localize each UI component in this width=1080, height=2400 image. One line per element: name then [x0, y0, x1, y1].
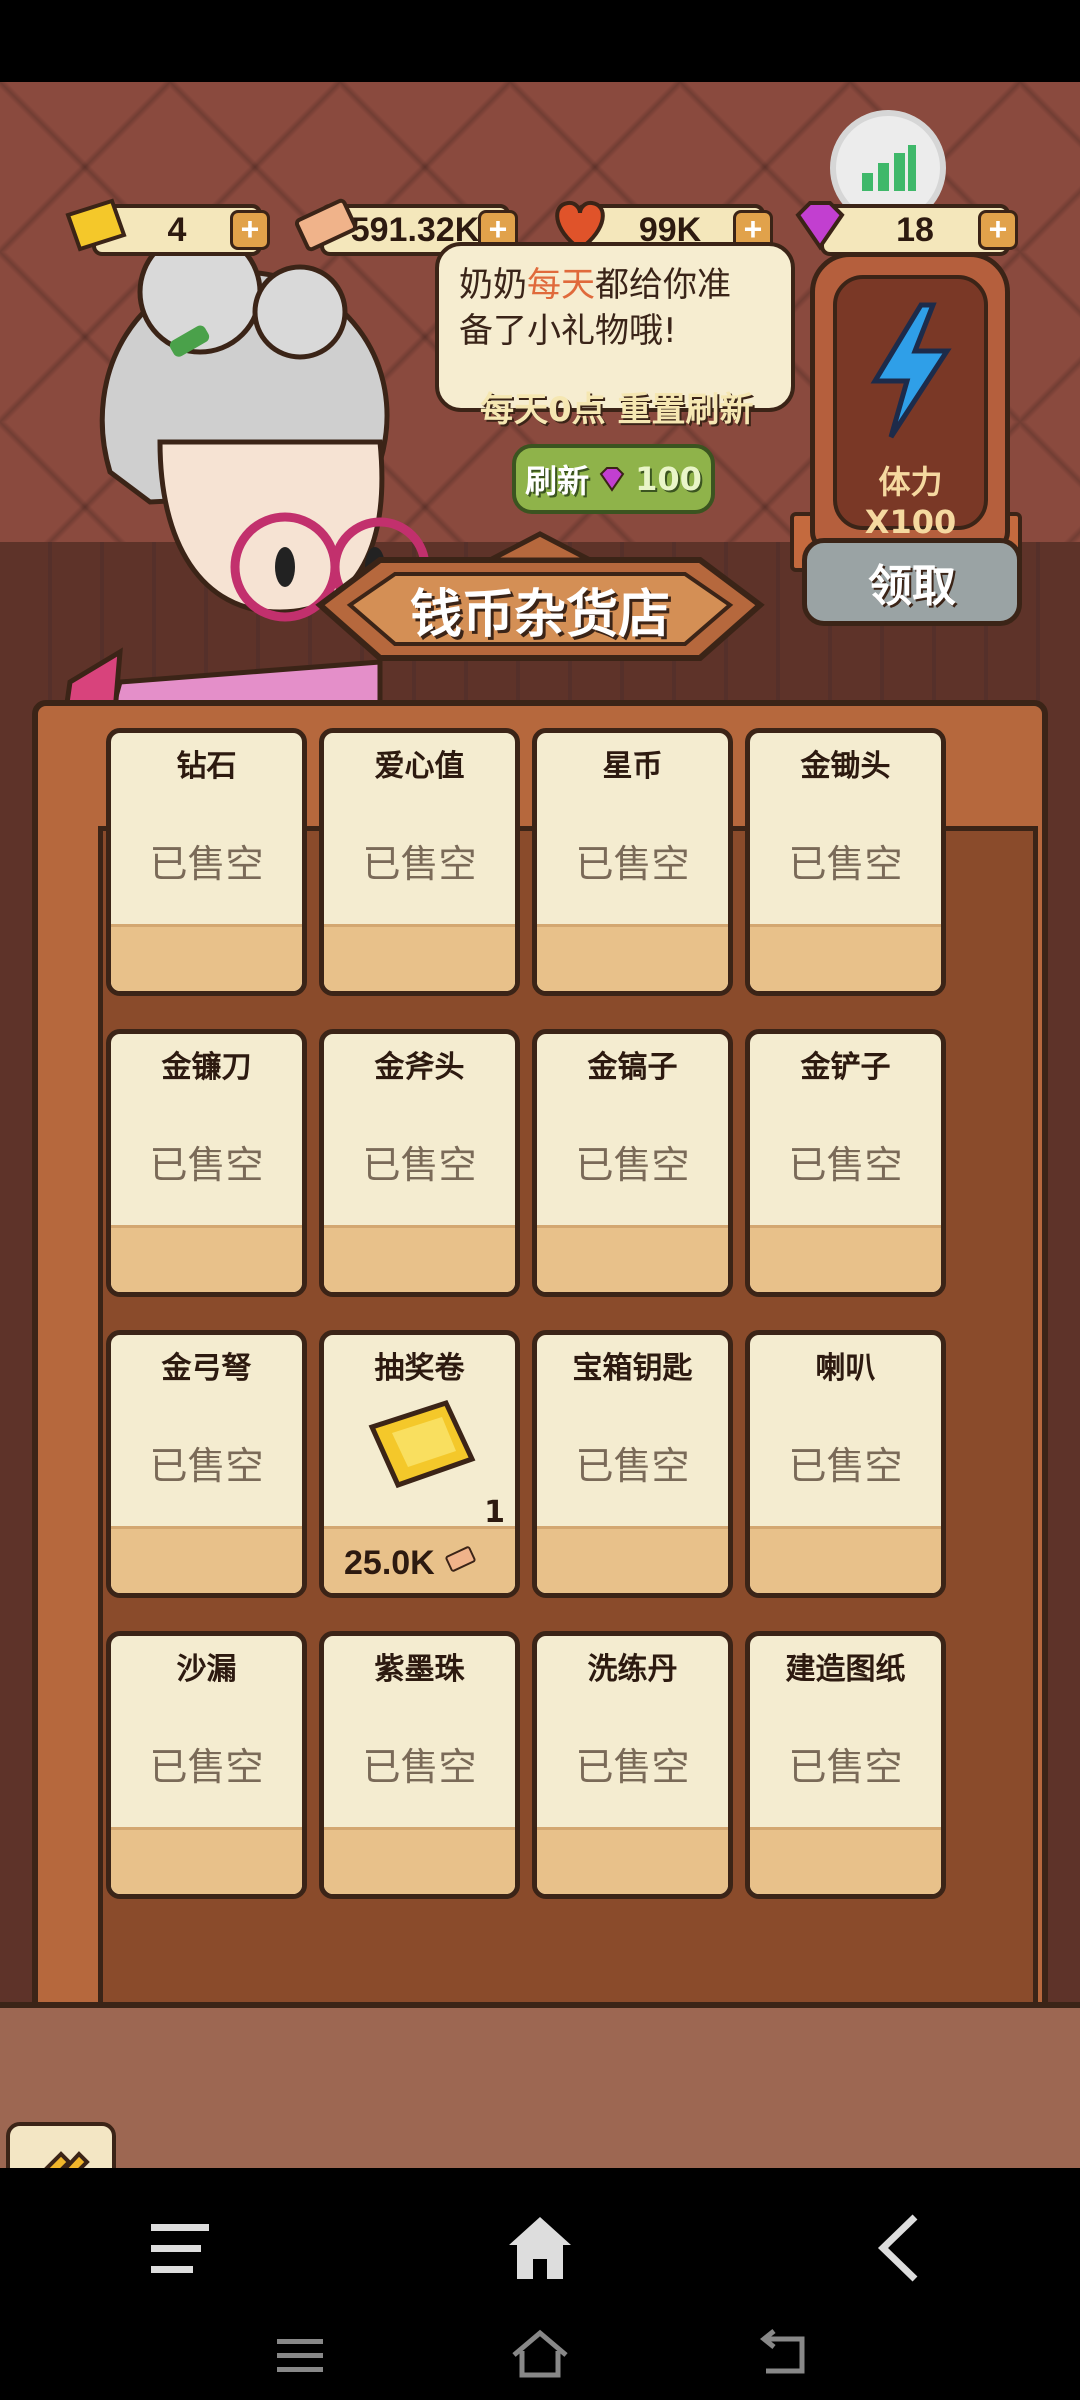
- back-button[interactable]: [6, 2122, 116, 2168]
- reset-note: 每天0点 重置刷新: [480, 390, 754, 430]
- menu-button[interactable]: [140, 2208, 220, 2288]
- stamina-frame: 体力X100: [810, 252, 1010, 552]
- shop-item[interactable]: 宝箱钥匙 已售空: [532, 1330, 733, 1598]
- menu-icon: [277, 2339, 323, 2372]
- item-status: 已售空: [788, 842, 903, 886]
- item-status: 已售空: [575, 1143, 690, 1187]
- item-name: 洗练丹: [587, 1652, 678, 1687]
- item-name: 金锄头: [800, 749, 891, 784]
- shop-item[interactable]: 金铲子 已售空: [745, 1029, 946, 1297]
- add-gem-button[interactable]: +: [978, 210, 1018, 250]
- speech-line-1: 奶奶每天都给你准: [459, 265, 731, 305]
- shop-item[interactable]: 金斧头 已售空: [319, 1029, 520, 1297]
- shop-grid: 钻石 已售空 爱心值 已售空 星币 已售空 金锄头 已售空 金镰刀 已售空 金斧头 已售空 …: [106, 728, 952, 1899]
- shop-title-plate: 钱币杂货店: [290, 530, 790, 680]
- item-name: 星币: [602, 749, 663, 784]
- floor: [0, 2002, 1080, 2168]
- bar-chart-icon: [862, 145, 916, 191]
- ticket-icon: [60, 190, 130, 260]
- secondary-menu-button[interactable]: [270, 2328, 330, 2382]
- back-nav-button[interactable]: [860, 2206, 940, 2290]
- ticket-icon: [368, 1399, 476, 1489]
- item-name: 金镰刀: [161, 1050, 252, 1085]
- shop-item[interactable]: 钻石 已售空: [106, 728, 307, 996]
- shop-item[interactable]: 喇叭 已售空: [745, 1330, 946, 1598]
- shop-item-lottery-ticket[interactable]: 抽奖卷 1 25.0K: [319, 1330, 520, 1598]
- item-status: 已售空: [575, 842, 690, 886]
- double-chevron-left-icon: [44, 2151, 90, 2168]
- home-icon: [509, 2217, 571, 2279]
- shop-title: 钱币杂货店: [409, 585, 670, 645]
- shop-item[interactable]: 金锄头 已售空: [745, 728, 946, 996]
- item-name: 紫墨珠: [374, 1652, 465, 1687]
- add-ticket-button[interactable]: +: [230, 210, 270, 250]
- shop-item[interactable]: 紫墨珠 已售空: [319, 1631, 520, 1899]
- lightning-icon: [870, 302, 952, 439]
- item-name: 爱心值: [374, 749, 465, 784]
- refresh-label: 刷新: [525, 462, 590, 500]
- refresh-cost: 100: [635, 460, 702, 498]
- item-status: 已售空: [788, 1745, 903, 1789]
- item-name: 金铲子: [800, 1050, 891, 1085]
- item-name: 钻石: [176, 749, 237, 784]
- item-name: 喇叭: [815, 1351, 876, 1386]
- item-status: 已售空: [575, 1444, 690, 1488]
- secondary-home-button[interactable]: [508, 2324, 572, 2384]
- claim-button[interactable]: 领取: [802, 538, 1022, 626]
- shop-item[interactable]: 金弓弩 已售空: [106, 1330, 307, 1598]
- secondary-back-button[interactable]: [752, 2324, 816, 2384]
- item-status: 已售空: [362, 842, 477, 886]
- item-name: 沙漏: [176, 1652, 237, 1687]
- speech-line-2: 备了小礼物哦!: [459, 311, 677, 351]
- gem-icon: [599, 467, 625, 492]
- item-status: 已售空: [788, 1143, 903, 1187]
- item-status: 已售空: [362, 1745, 477, 1789]
- shop-item[interactable]: 星币 已售空: [532, 728, 733, 996]
- banknote-icon: [292, 190, 362, 260]
- item-name: 金弓弩: [161, 1351, 252, 1386]
- system-navigation-bar: [0, 2168, 1080, 2400]
- chevron-left-icon: [877, 2214, 918, 2282]
- item-name: 金斧头: [374, 1050, 465, 1085]
- item-status: 已售空: [149, 842, 264, 886]
- item-status: 已售空: [788, 1444, 903, 1488]
- shop-item[interactable]: 沙漏 已售空: [106, 1631, 307, 1899]
- item-name: 建造图纸: [785, 1652, 906, 1687]
- item-quantity: 1: [484, 1495, 505, 1530]
- banknote-icon: [445, 1546, 476, 1572]
- stamina-label: 体力X100: [864, 463, 957, 541]
- refresh-button[interactable]: 刷新 100: [512, 444, 715, 514]
- menu-icon: [151, 2224, 209, 2273]
- item-name: 金镐子: [587, 1050, 678, 1085]
- item-status: 已售空: [149, 1745, 264, 1789]
- item-status: 已售空: [362, 1143, 477, 1187]
- shop-item[interactable]: 金镰刀 已售空: [106, 1029, 307, 1297]
- item-status: 已售空: [149, 1444, 264, 1488]
- shop-item[interactable]: 爱心值 已售空: [319, 728, 520, 996]
- item-status: 已售空: [575, 1745, 690, 1789]
- home-outline-icon: [512, 2329, 568, 2378]
- gem-icon: [785, 190, 855, 260]
- return-icon: [759, 2329, 805, 2374]
- home-button[interactable]: [500, 2206, 580, 2290]
- shop-item[interactable]: 洗练丹 已售空: [532, 1631, 733, 1899]
- item-name: 抽奖卷: [374, 1351, 465, 1386]
- item-price: 25.0K: [344, 1544, 478, 1583]
- item-status: 已售空: [149, 1143, 264, 1187]
- shop-item[interactable]: 金镐子 已售空: [532, 1029, 733, 1297]
- shop-item[interactable]: 建造图纸 已售空: [745, 1631, 946, 1899]
- item-name: 宝箱钥匙: [572, 1351, 693, 1386]
